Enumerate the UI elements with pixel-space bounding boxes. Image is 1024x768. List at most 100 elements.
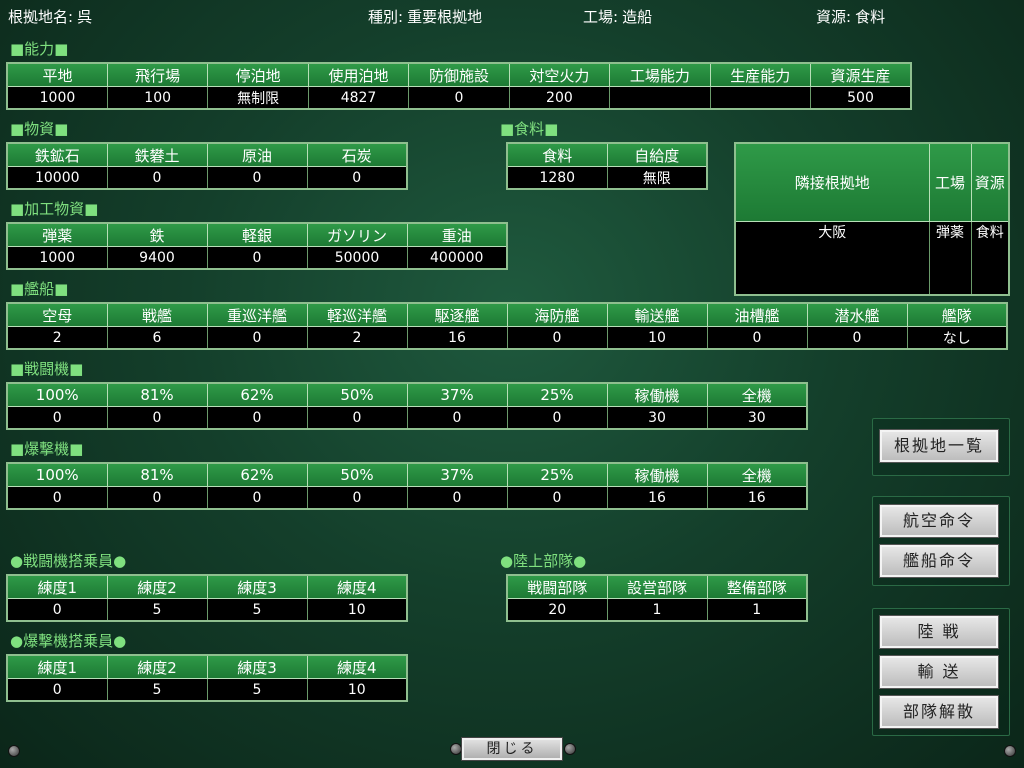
food-title: ■食料■ [500,120,559,138]
col-pct-50: 50% [306,382,408,407]
col-factory-capacity: 工場能力 [609,62,711,87]
air-command-button[interactable]: 航空命令 [879,504,999,538]
col-production-capacity: 生産能力 [709,62,812,87]
ability-value-row: 1000 100 無制限 4827 0 200 500 [6,86,912,110]
cell-value [609,86,711,110]
cell-value: 100 [106,86,209,110]
col-neighbor-factory: 工場 [928,142,972,222]
cell-value: 0 [506,326,608,350]
cell-value: 30 [606,406,708,430]
cell-value: 400000 [406,246,508,270]
disband-button[interactable]: 部隊解散 [879,695,999,729]
cell-value: 500 [810,86,912,110]
col-escort: 海防艦 [506,302,608,327]
ground-header-row: 戦闘部隊 設営部隊 整備部隊 [506,574,808,599]
factory: 工場: 造船 [583,6,652,27]
col-pct-50: 50% [306,462,408,487]
cell-value: 0 [306,486,408,510]
col-skill-4: 練度4 [306,654,408,679]
col-skill-1: 練度1 [6,654,108,679]
cell-value: 5 [206,678,308,702]
cell-value: 0 [506,486,608,510]
ability-table: 平地 飛行場 停泊地 使用泊地 防御施設 対空火力 工場能力 生産能力 資源生産… [6,62,912,110]
col-skill-2: 練度2 [106,574,208,599]
cell-value: 0 [6,678,108,702]
base-name: 根拠地名: 呉 [8,6,92,27]
ground-table: 戦闘部隊 設営部隊 整備部隊 20 1 1 [506,574,808,622]
corner-rivet-icon [8,745,20,757]
materials-value-row: 10000 0 0 0 [6,166,408,190]
cell-value: 1 [706,598,808,622]
cell-value: 10 [306,598,408,622]
cell-value: 0 [106,486,208,510]
col-total: 全機 [706,462,808,487]
col-carrier: 空母 [6,302,108,327]
cell-value: 0 [806,326,908,350]
cell-value: 0 [706,326,808,350]
cell-value [709,86,812,110]
cell-value: 0 [206,326,308,350]
col-operational: 稼働機 [606,462,708,487]
ships-title: ■艦船■ [10,280,69,298]
neighbor-name[interactable]: 大阪 [734,220,930,296]
cell-value: 16 [606,486,708,510]
close-knob-left-icon [450,743,462,755]
fighters-title: ■戦闘機■ [10,360,84,378]
cell-value: 50000 [306,246,408,270]
col-pct-62: 62% [206,462,308,487]
col-heavy-cruiser: 重巡洋艦 [206,302,308,327]
base-list-button[interactable]: 根拠地一覧 [879,429,999,463]
col-operational: 稼働機 [606,382,708,407]
ability-title: ■能力■ [10,40,69,58]
col-steel: 鉄 [106,222,208,247]
base-type-value: 重要根拠地 [407,8,483,26]
processed-table: 弾薬 鉄 軽銀 ガソリン 重油 1000 9400 0 50000 400000 [6,222,508,270]
cell-value: なし [906,326,1008,350]
bombers-header-row: 100% 81% 62% 50% 37% 25% 稼働機 全機 [6,462,808,487]
ship-command-button[interactable]: 艦船命令 [879,544,999,578]
cell-value: 0 [206,486,308,510]
col-neighbor-resource: 資源 [970,142,1010,222]
col-used-anchorage: 使用泊地 [307,62,410,87]
cell-value: 0 [206,246,308,270]
col-combat-unit: 戦闘部隊 [506,574,608,599]
materials-header-row: 鉄鉱石 鉄礬土 原油 石炭 [6,142,408,167]
cell-value: 2 [306,326,408,350]
cell-value: 0 [408,86,510,110]
col-skill-2: 練度2 [106,654,208,679]
col-fleet: 艦隊 [906,302,1008,327]
resource-value: 食料 [855,8,886,26]
col-pct-37: 37% [406,462,508,487]
cell-value: 0 [106,406,208,430]
transport-button[interactable]: 輸 送 [879,655,999,689]
fighters-table: 100% 81% 62% 50% 37% 25% 稼働機 全機 0 0 0 0 … [6,382,808,430]
fighters-value-row: 0 0 0 0 0 0 30 30 [6,406,808,430]
cell-value: 1000 [6,246,108,270]
cell-value: 0 [506,406,608,430]
cell-value: 16 [706,486,808,510]
bombers-table: 100% 81% 62% 50% 37% 25% 稼働機 全機 0 0 0 0 … [6,462,808,510]
cell-value: 9400 [106,246,208,270]
col-aluminium: 軽銀 [206,222,308,247]
col-pct-62: 62% [206,382,308,407]
ships-header-row: 空母 戦艦 重巡洋艦 軽巡洋艦 駆逐艦 海防艦 輸送艦 油槽艦 潜水艦 艦隊 [6,302,1008,327]
col-submarine: 潜水艦 [806,302,908,327]
cell-value: 0 [406,406,508,430]
ships-value-row: 2 6 0 2 16 0 10 0 0 なし [6,326,1008,350]
land-battle-button[interactable]: 陸 戦 [879,615,999,649]
col-airfield: 飛行場 [106,62,209,87]
neighbor-bases-table[interactable]: 隣接根拠地 工場 資源 大阪 弾薬 食料 [734,142,1010,296]
col-light-cruiser: 軽巡洋艦 [306,302,408,327]
cell-value: 5 [106,598,208,622]
cell-value: 1000 [6,86,108,110]
col-neighbor-base: 隣接根拠地 [734,142,930,222]
bombers-value-row: 0 0 0 0 0 0 16 16 [6,486,808,510]
col-destroyer: 駆逐艦 [406,302,508,327]
cell-value: 30 [706,406,808,430]
materials-table: 鉄鉱石 鉄礬土 原油 石炭 10000 0 0 0 [6,142,408,190]
cell-value: 0 [306,406,408,430]
table-row[interactable]: 大阪 弾薬 食料 [734,220,1010,296]
col-self-sufficiency: 自給度 [606,142,708,167]
close-button[interactable]: 閉じる [461,737,563,761]
cell-value: 0 [206,166,308,190]
